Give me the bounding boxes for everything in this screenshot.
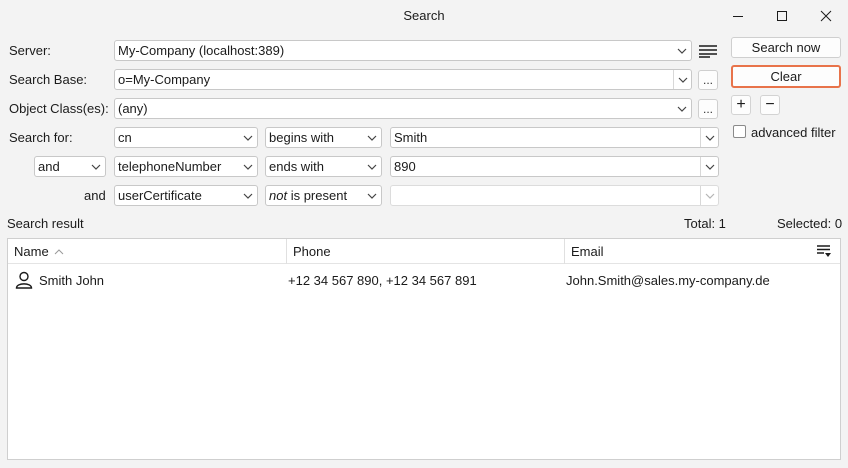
filter-connector-value: and [38, 159, 60, 174]
table-row[interactable]: Smith John +12 34 567 890, +12 34 567 89… [8, 265, 840, 295]
selected-count: Selected: 0 [777, 216, 843, 231]
cell-email: John.Smith@sales.my-company.de [566, 272, 770, 288]
column-header-name[interactable]: Name [8, 239, 286, 264]
object-class-select[interactable]: (any) [114, 98, 692, 119]
filter-operator-select[interactable]: not is present [265, 185, 382, 206]
object-class-browse-button[interactable]: ... [698, 99, 718, 119]
filter-attribute-value: telephoneNumber [118, 159, 222, 174]
filter-attribute-value: cn [118, 130, 132, 145]
filter-value: 890 [394, 159, 416, 174]
minimize-icon [733, 15, 743, 17]
advanced-filter-label[interactable]: advanced filter [751, 125, 836, 140]
filter-connector-label: and [84, 188, 106, 203]
filter-value-combo [390, 185, 719, 206]
remove-filter-button[interactable]: − [760, 95, 780, 115]
filter-attribute-select[interactable]: userCertificate [114, 185, 258, 206]
column-chooser-button[interactable] [816, 244, 834, 260]
chevron-down-icon [363, 128, 381, 147]
search-base-value: o=My-Company [118, 72, 211, 87]
chevron-down-icon [87, 157, 105, 176]
minimize-button[interactable] [716, 0, 760, 31]
search-base-label: Search Base: [9, 72, 88, 87]
filter-operator-select[interactable]: ends with [265, 156, 382, 177]
sort-ascending-icon [54, 248, 64, 254]
server-label: Server: [9, 43, 51, 58]
add-filter-button[interactable]: + [731, 95, 751, 115]
search-result-label: Search result [7, 216, 84, 231]
chevron-down-icon [239, 128, 257, 147]
filter-value: Smith [394, 130, 428, 145]
column-header-email[interactable]: Email [564, 239, 840, 264]
clear-button[interactable]: Clear [731, 65, 841, 88]
filter-attribute-select[interactable]: telephoneNumber [114, 156, 258, 177]
filter-operator-value: begins with [269, 130, 335, 145]
object-class-value: (any) [118, 101, 148, 116]
object-class-label: Object Class(es): [9, 101, 109, 116]
filter-connector-select[interactable]: and [34, 156, 106, 177]
column-header-phone[interactable]: Phone [286, 239, 564, 264]
menu-lines-icon [699, 45, 717, 58]
chevron-down-icon [363, 157, 381, 176]
filter-value-combo[interactable]: 890 [390, 156, 719, 177]
maximize-button[interactable] [760, 0, 804, 31]
chevron-down-icon [239, 157, 257, 176]
chevron-down-icon [239, 186, 257, 205]
chevron-down-icon [673, 99, 691, 118]
advanced-filter-checkbox[interactable] [733, 125, 746, 138]
filter-attribute-select[interactable]: cn [114, 127, 258, 148]
total-count: Total: 1 [684, 216, 726, 231]
search-base-browse-button[interactable]: ... [698, 70, 718, 90]
cell-name: Smith John [39, 272, 105, 288]
filter-attribute-value: userCertificate [118, 188, 202, 203]
chevron-down-icon [673, 41, 691, 60]
chevron-down-icon[interactable] [700, 157, 718, 176]
server-menu-button[interactable] [697, 42, 719, 60]
results-table[interactable]: Name Phone Email Smith John +12 34 567 8… [7, 238, 841, 460]
chevron-down-icon [363, 186, 381, 205]
maximize-icon [777, 10, 787, 21]
close-icon [820, 10, 832, 21]
filter-operator-select[interactable]: begins with [265, 127, 382, 148]
search-for-label: Search for: [9, 130, 73, 145]
filter-value-combo[interactable]: Smith [390, 127, 719, 148]
person-icon [15, 265, 33, 295]
filter-operator-value: ends with [269, 159, 324, 174]
filter-operator-value: not is present [269, 188, 348, 203]
chevron-down-icon [700, 186, 718, 205]
server-select[interactable]: My-Company (localhost:389) [114, 40, 692, 61]
chevron-down-icon[interactable] [700, 128, 718, 147]
column-filter-icon [817, 245, 831, 257]
cell-phone: +12 34 567 890, +12 34 567 891 [288, 272, 477, 288]
close-button[interactable] [804, 0, 848, 31]
server-value: My-Company (localhost:389) [118, 43, 285, 58]
title-bar: Search [0, 0, 848, 31]
search-now-button[interactable]: Search now [731, 37, 841, 58]
search-base-combo[interactable]: o=My-Company [114, 69, 692, 90]
table-header: Name Phone Email [8, 239, 840, 264]
chevron-down-icon[interactable] [673, 70, 691, 89]
